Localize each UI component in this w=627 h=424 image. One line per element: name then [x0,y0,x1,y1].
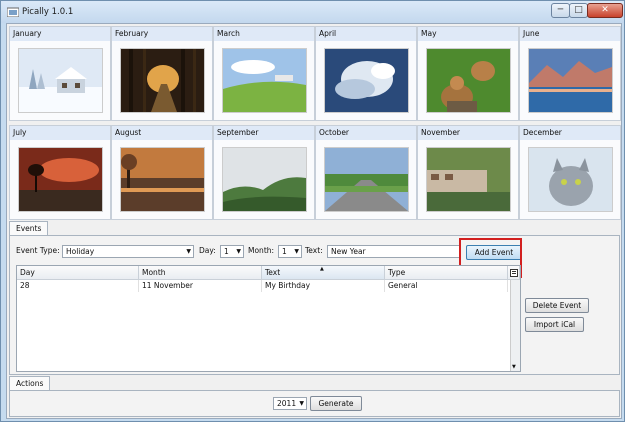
month-grid: January February March April May June Ju… [9,26,621,220]
sort-icon: ▲ [320,266,324,272]
month-cell-august[interactable]: August [111,125,213,220]
cell-month: 11 November [139,280,262,292]
august-photo [120,147,205,212]
app-icon [7,7,19,17]
chevron-down-icon: ▼ [186,248,191,255]
import-ical-button[interactable]: Import iCal [525,317,584,332]
month-cell-november[interactable]: November [417,125,519,220]
title-bar[interactable]: Pically 1.0.1 ─ □ ✕ [1,1,624,23]
month-label: August [112,126,212,140]
month-label: March [214,27,314,41]
maximize-button[interactable]: □ [569,3,588,18]
year-select[interactable]: 2011 ▼ [273,397,307,410]
month-cell-december[interactable]: December [519,125,621,220]
month-cell-october[interactable]: October [315,125,417,220]
column-header-type[interactable]: Type [385,266,508,280]
chevron-down-icon: ▼ [294,248,299,255]
day-select[interactable]: 1 ▼ [220,245,244,258]
chevron-down-icon: ▼ [299,400,304,407]
month-cell-june[interactable]: June [519,26,621,121]
tab-events[interactable]: Events [9,221,49,235]
main-content: January February March April May June Ju… [6,23,622,419]
month-label: January [10,27,110,41]
month-cell-september[interactable]: September [213,125,315,220]
month-label: July [10,126,110,140]
events-table[interactable]: Day Month Text ▲ Type 28 11 November My … [16,265,521,372]
delete-event-button[interactable]: Delete Event [525,298,589,313]
october-photo [324,147,409,212]
march-photo [222,48,307,113]
minimize-button[interactable]: ─ [551,3,570,18]
column-header-month[interactable]: Month [139,266,262,280]
month-cell-january[interactable]: January [9,26,111,121]
day-value: 1 [224,247,229,256]
event-type-select[interactable]: Holiday ▼ [62,245,194,258]
window-title: Pically 1.0.1 [22,7,74,17]
month-label: October [316,126,416,140]
month-cell-may[interactable]: May [417,26,519,121]
month-cell-february[interactable]: February [111,26,213,121]
month-label: February [112,27,212,41]
app-window: Pically 1.0.1 ─ □ ✕ January February Mar… [0,0,625,422]
column-header-day[interactable]: Day [17,266,139,280]
text-input[interactable]: New Year [327,245,461,258]
cell-text: My Birthday [262,280,385,292]
month-label: June [520,27,620,41]
month-label: Month: [248,246,275,255]
cell-type: General [385,280,508,292]
event-type-label: Event Type: [16,246,60,255]
month-label: April [316,27,416,41]
may-photo [426,48,511,113]
column-header-text-label: Text [265,268,281,277]
column-header-text[interactable]: Text ▲ [262,266,385,280]
scroll-down-icon[interactable]: ▼ [512,364,516,370]
december-photo [528,147,613,212]
month-label: September [214,126,314,140]
month-cell-march[interactable]: March [213,26,315,121]
cell-day: 28 [17,280,139,292]
february-photo [120,48,205,113]
september-photo [222,147,307,212]
november-photo [426,147,511,212]
month-select[interactable]: 1 ▼ [278,245,302,258]
month-label: May [418,27,518,41]
month-label: December [520,126,620,140]
tab-actions[interactable]: Actions [9,376,51,390]
january-photo [18,48,103,113]
day-label: Day: [199,246,216,255]
july-photo [18,147,103,212]
events-panel: Event Type: Holiday ▼ Day: 1 ▼ Month: 1 … [9,235,620,375]
column-chooser-icon[interactable] [508,266,520,280]
event-type-value: Holiday [66,247,95,256]
close-button[interactable]: ✕ [587,3,623,18]
chevron-down-icon: ▼ [236,248,241,255]
june-photo [528,48,613,113]
month-value: 1 [282,247,287,256]
text-label: Text: [305,246,323,255]
generate-button[interactable]: Generate [310,396,362,411]
month-cell-july[interactable]: July [9,125,111,220]
month-label: November [418,126,518,140]
vertical-scrollbar[interactable]: ▼ [510,280,520,371]
year-value: 2011 [277,399,297,408]
actions-panel: 2011 ▼ Generate [9,390,620,417]
april-photo [324,48,409,113]
month-cell-april[interactable]: April [315,26,417,121]
